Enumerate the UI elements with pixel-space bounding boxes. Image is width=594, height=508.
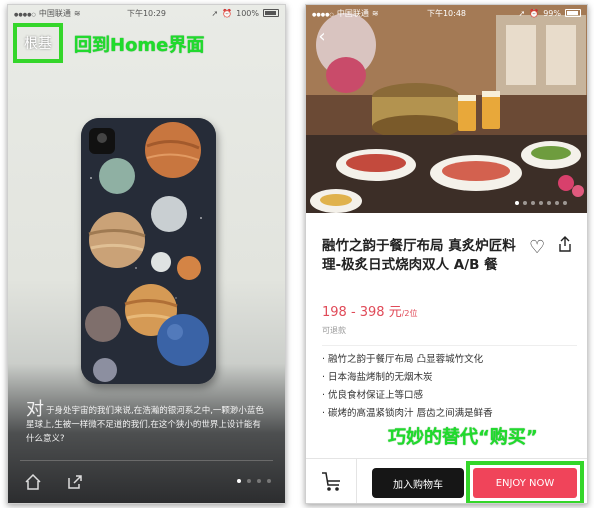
indicator-dot: [515, 201, 519, 205]
list-item: 碳烤的高温紧锁肉汁 唇齿之间满是鲜香: [322, 405, 493, 423]
enjoy-now-highlight: ENJOY NOW: [466, 461, 584, 503]
home-logo-button[interactable]: 根基: [13, 23, 63, 63]
indicator-dot: [547, 201, 551, 205]
share-icon[interactable]: [66, 473, 84, 495]
battery-percent: 99%: [543, 8, 561, 18]
cart-icon[interactable]: [320, 469, 342, 493]
indicator-dot: [523, 201, 527, 205]
list-item: 优良食材保证上等口感: [322, 387, 493, 405]
planets-illustration: [81, 118, 216, 384]
battery-percent: 100%: [236, 8, 259, 18]
carrier-label: 中国联通: [38, 8, 71, 18]
back-button[interactable]: ‹: [312, 27, 332, 47]
enjoy-now-button[interactable]: ENJOY NOW: [473, 468, 577, 498]
wifi-icon: ≋: [73, 8, 81, 18]
product-title: 融竹之韵于餐厅布局 真炙炉匠料理-极炙日式烧肉双人 A/B 餐: [322, 238, 516, 273]
battery-icon: [565, 9, 581, 17]
bbq-food-photo: [306, 5, 587, 213]
battery-icon: [263, 9, 279, 17]
indicator-dot: [247, 479, 251, 483]
home-icon[interactable]: [24, 473, 42, 495]
feature-list: 融竹之韵于餐厅布局 凸显蓉城竹文化 日本海盐烤制的无烟木炭 优良食材保证上等口感…: [322, 351, 493, 423]
location-icon: ➚: [518, 8, 526, 18]
wifi-icon: ≋: [371, 8, 379, 18]
refund-label: 可退款: [322, 326, 346, 335]
indicator-dot: [555, 201, 559, 205]
price-range: 198 - 398 元: [322, 305, 402, 320]
alarm-icon: ⏰: [222, 8, 233, 18]
indicator-dot: [237, 479, 241, 483]
product-hero-image[interactable]: [306, 5, 587, 213]
price-label: 198 - 398 元/2位: [322, 301, 418, 320]
location-icon: ➚: [211, 8, 219, 18]
status-bar: 中国联通≋ 下午10:29 ➚⏰100%: [8, 5, 285, 21]
bottom-toolbar: [8, 465, 285, 501]
right-phone-screen: 中国联通≋ 下午10:48 ➚⏰99%: [305, 4, 588, 504]
carrier-label: 中国联通: [336, 8, 369, 18]
heart-icon[interactable]: ♡: [529, 237, 545, 258]
status-bar: 中国联通≋ 下午10:48 ➚⏰99%: [306, 5, 587, 21]
divider: [20, 460, 273, 461]
story-initial: 对: [26, 399, 44, 420]
story-text: 对于身处宇宙的我们来说,在浩瀚的银河系之中,一颗渺小蓝色星球上,生被一样微不足道…: [26, 401, 266, 446]
bottom-action-bar: 加入购物车 ENJOY NOW: [306, 458, 587, 503]
share-icon[interactable]: [558, 236, 572, 256]
alarm-icon: ⏰: [529, 8, 540, 18]
annotation-buy: 巧妙的替代“购买”: [388, 427, 538, 448]
indicator-dot: [257, 479, 261, 483]
signal-icon: [14, 9, 36, 18]
indicator-dot: [539, 201, 543, 205]
indicator-dot: [267, 479, 271, 483]
indicator-dot: [563, 201, 567, 205]
image-indicator: [515, 201, 567, 205]
indicator-dot: [531, 201, 535, 205]
signal-icon: [312, 9, 334, 18]
left-phone-screen: 中国联通≋ 下午10:29 ➚⏰100% 根基 回到Home界面: [7, 4, 286, 504]
list-item: 融竹之韵于餐厅布局 凸显蓉城竹文化: [322, 351, 493, 369]
price-unit: /2位: [401, 309, 418, 318]
page-indicator: [237, 479, 271, 483]
annotation-home: 回到Home界面: [74, 35, 205, 56]
logo-text: 根基: [24, 36, 52, 52]
story-body: 于身处宇宙的我们来说,在浩瀚的银河系之中,一颗渺小蓝色星球上,生被一样微不足道的…: [26, 406, 264, 444]
divider: [322, 345, 577, 346]
phone-case-product-image[interactable]: [81, 118, 216, 384]
divider: [356, 459, 357, 503]
add-to-cart-button[interactable]: 加入购物车: [372, 468, 464, 498]
list-item: 日本海盐烤制的无烟木炭: [322, 369, 493, 387]
